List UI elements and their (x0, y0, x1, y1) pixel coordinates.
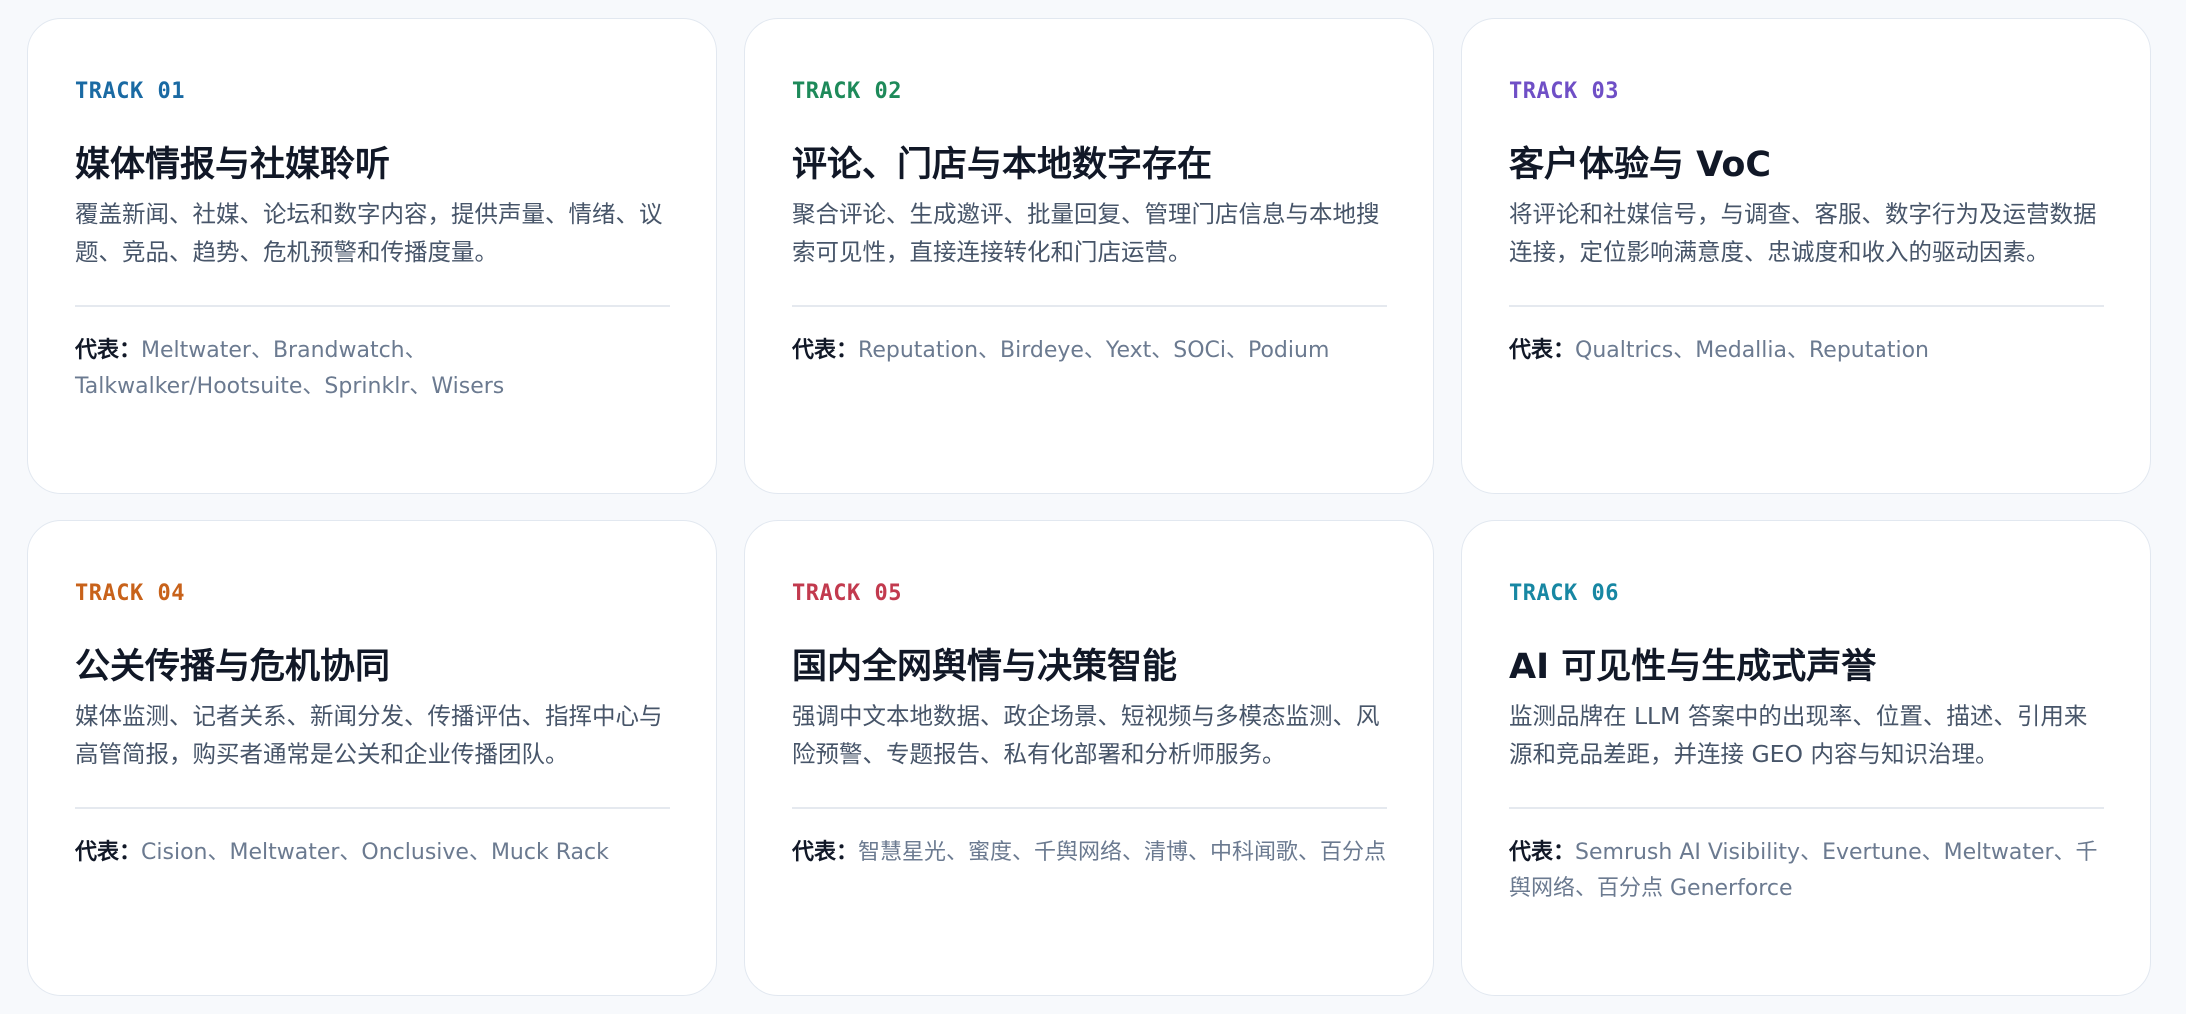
card-divider (792, 807, 1387, 809)
representatives-label: 代表： (75, 839, 142, 865)
track-label: TRACK 02 (792, 79, 902, 104)
representatives-list: 智慧星光、蜜度、千舆网络、清博、中科闻歌、百分点 (858, 839, 1387, 865)
card-title: 国内全网舆情与决策智能 (792, 647, 1178, 687)
card-title: 公关传播与危机协同 (75, 647, 391, 687)
representatives: 代表：Qualtrics、Medallia、Reputation (1509, 333, 2104, 369)
card-description: 聚合评论、生成邀评、批量回复、管理门店信息与本地搜索可见性，直接连接转化和门店运… (792, 200, 1380, 266)
representatives-label: 代表： (1509, 337, 1576, 363)
representatives-list: Cision、Meltwater、Onclusive、Muck Rack (141, 839, 609, 865)
track-card-01: TRACK 01 媒体情报与社媒聆听 覆盖新闻、社媒、论坛和数字内容，提供声量、… (27, 18, 717, 494)
track-card-05: TRACK 05 国内全网舆情与决策智能 强调中文本地数据、政企场景、短视频与多… (744, 520, 1434, 996)
track-label: TRACK 01 (75, 79, 185, 104)
card-description: 强调中文本地数据、政企场景、短视频与多模态监测、风险预警、专题报告、私有化部署和… (792, 702, 1380, 768)
representatives-list: Reputation、Birdeye、Yext、SOCi、Podium (858, 337, 1330, 363)
card-title: 评论、门店与本地数字存在 (792, 145, 1213, 185)
card-description: 将评论和社媒信号，与调查、客服、数字行为及运营数据连接，定位影响满意度、忠诚度和… (1509, 200, 2097, 266)
card-description: 媒体监测、记者关系、新闻分发、传播评估、指挥中心与高管简报，购买者通常是公关和企… (75, 702, 663, 768)
track-card-04: TRACK 04 公关传播与危机协同 媒体监测、记者关系、新闻分发、传播评估、指… (27, 520, 717, 996)
representatives-list: Qualtrics、Medallia、Reputation (1575, 337, 1929, 363)
representatives: 代表：Semrush AI Visibility、Evertune、Meltwa… (1509, 835, 2104, 907)
track-card-02: TRACK 02 评论、门店与本地数字存在 聚合评论、生成邀评、批量回复、管理门… (744, 18, 1434, 494)
track-card-grid: TRACK 01 媒体情报与社媒聆听 覆盖新闻、社媒、论坛和数字内容，提供声量、… (27, 18, 2151, 996)
card-title: 客户体验与 VoC (1509, 145, 1772, 185)
card-divider (75, 807, 670, 809)
card-description: 监测品牌在 LLM 答案中的出现率、位置、描述、引用来源和竞品差距，并连接 GE… (1509, 702, 2088, 768)
representatives-label: 代表： (792, 839, 859, 865)
track-card-03: TRACK 03 客户体验与 VoC 将评论和社媒信号，与调查、客服、数字行为及… (1461, 18, 2151, 494)
representatives: 代表：智慧星光、蜜度、千舆网络、清博、中科闻歌、百分点 (792, 835, 1387, 871)
card-divider (1509, 807, 2104, 809)
representatives-label: 代表： (75, 337, 142, 363)
card-title: AI 可见性与生成式声誉 (1509, 647, 1877, 687)
representatives-label: 代表： (792, 337, 859, 363)
track-card-06: TRACK 06 AI 可见性与生成式声誉 监测品牌在 LLM 答案中的出现率、… (1461, 520, 2151, 996)
representatives: 代表：Meltwater、Brandwatch、Talkwalker/Hoots… (75, 333, 670, 405)
card-title: 媒体情报与社媒聆听 (75, 145, 391, 185)
track-label: TRACK 06 (1509, 581, 1619, 606)
card-divider (1509, 305, 2104, 307)
card-description: 覆盖新闻、社媒、论坛和数字内容，提供声量、情绪、议题、竞品、趋势、危机预警和传播… (75, 200, 663, 266)
representatives: 代表：Cision、Meltwater、Onclusive、Muck Rack (75, 835, 670, 871)
card-divider (75, 305, 670, 307)
track-label: TRACK 03 (1509, 79, 1619, 104)
representatives-list: Semrush AI Visibility、Evertune、Meltwater… (1509, 839, 2098, 901)
representatives-label: 代表： (1509, 839, 1576, 865)
representatives: 代表：Reputation、Birdeye、Yext、SOCi、Podium (792, 333, 1387, 369)
track-label: TRACK 04 (75, 581, 185, 606)
card-divider (792, 305, 1387, 307)
track-label: TRACK 05 (792, 581, 902, 606)
